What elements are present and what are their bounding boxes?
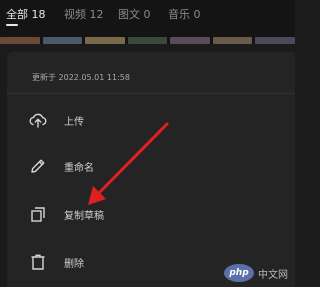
draft-thumbnail[interactable]: [0, 37, 40, 44]
upload-button[interactable]: 上传: [22, 104, 222, 134]
pencil-icon: [31, 159, 45, 173]
draft-thumbnails: [0, 37, 296, 44]
watermark-text: 中文网: [258, 269, 288, 281]
top-bar: 全部 18 视频 12 图文 0 音乐 0: [0, 0, 296, 44]
copy-icon: [31, 207, 45, 222]
divider: [7, 93, 295, 94]
tab-image-text[interactable]: 图文 0: [118, 6, 151, 22]
draft-thumbnail[interactable]: [85, 37, 125, 44]
trash-icon: [31, 254, 45, 270]
tab-music[interactable]: 音乐 0: [168, 6, 201, 22]
delete-label: 删除: [64, 259, 84, 270]
draft-thumbnail[interactable]: [170, 37, 210, 44]
copy-draft-button[interactable]: 复制草稿: [22, 198, 222, 228]
rename-label: 重命名: [64, 163, 94, 174]
rename-button[interactable]: 重命名: [22, 150, 222, 180]
draft-thumbnail[interactable]: [127, 37, 168, 44]
copy-draft-label: 复制草稿: [64, 211, 104, 222]
upload-label: 上传: [64, 117, 84, 128]
draft-thumbnail[interactable]: [255, 37, 296, 44]
file-meta: 更新于 2022.05.01 11:58: [32, 73, 130, 82]
tab-all[interactable]: 全部 18: [6, 6, 46, 22]
php-logo: php: [224, 264, 254, 282]
tab-video[interactable]: 视频 12: [64, 6, 104, 22]
watermark: php 中文网: [224, 262, 294, 284]
active-tab-indicator: [6, 24, 18, 26]
draft-thumbnail[interactable]: [212, 37, 253, 44]
draft-thumbnail[interactable]: [42, 37, 83, 44]
delete-button[interactable]: 删除: [22, 246, 222, 276]
cloud-upload-icon: [29, 113, 47, 128]
